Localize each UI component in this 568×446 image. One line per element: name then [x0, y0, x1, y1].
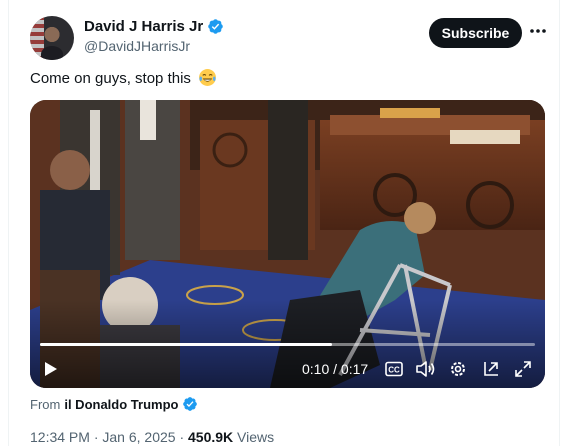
author-name-row: David J Harris Jr [84, 18, 224, 35]
video-duration: 0:17 [340, 361, 369, 377]
views-label: Views [233, 429, 275, 445]
video-controls: 0:10 / 0:17 CC [30, 356, 545, 382]
video-attribution: From il Donaldo Trumpo [30, 396, 198, 412]
video-player[interactable]: 0:10 / 0:17 CC [30, 100, 545, 388]
captions-icon[interactable]: CC [382, 356, 406, 382]
meta-separator: · [175, 429, 189, 445]
tweet-meta: 12:34 PM · Jan 6, 2025 · 450.9K Views [30, 429, 274, 445]
verified-badge-icon [183, 397, 198, 411]
attribution-source-name[interactable]: il Donaldo Trumpo [64, 397, 178, 412]
fullscreen-icon[interactable] [510, 356, 536, 382]
tweet-time[interactable]: 12:34 PM [30, 429, 90, 445]
settings-icon[interactable] [445, 356, 471, 382]
video-progress-bar[interactable] [40, 343, 535, 346]
tweet-text-content: Come on guys, stop this [30, 70, 191, 87]
tears-of-joy-emoji-icon [199, 69, 217, 86]
more-horizontal-icon[interactable] [527, 20, 549, 42]
avatar[interactable] [30, 16, 74, 60]
pop-out-icon[interactable] [478, 356, 504, 382]
verified-badge-icon [208, 19, 223, 34]
author-handle[interactable]: @DavidJHarrisJr [84, 38, 190, 54]
video-time-separator: / [329, 361, 341, 377]
tweet-text: Come on guys, stop this [30, 68, 217, 87]
tweet-card: David J Harris Jr @DavidJHarrisJr Subscr… [8, 0, 560, 446]
tweet-date[interactable]: Jan 6, 2025 [102, 429, 175, 445]
svg-text:CC: CC [388, 366, 400, 375]
subscribe-button[interactable]: Subscribe [429, 18, 522, 48]
author-display-name[interactable]: David J Harris Jr [84, 18, 203, 35]
views-count: 450.9K [188, 429, 234, 445]
volume-icon[interactable] [413, 356, 437, 382]
video-timecode: 0:10 / 0:17 [302, 361, 368, 377]
meta-separator: · [89, 429, 103, 445]
play-icon[interactable] [38, 356, 64, 382]
video-progress-fill [40, 343, 333, 346]
video-current-time: 0:10 [302, 361, 330, 377]
attribution-prefix: From [30, 396, 61, 412]
